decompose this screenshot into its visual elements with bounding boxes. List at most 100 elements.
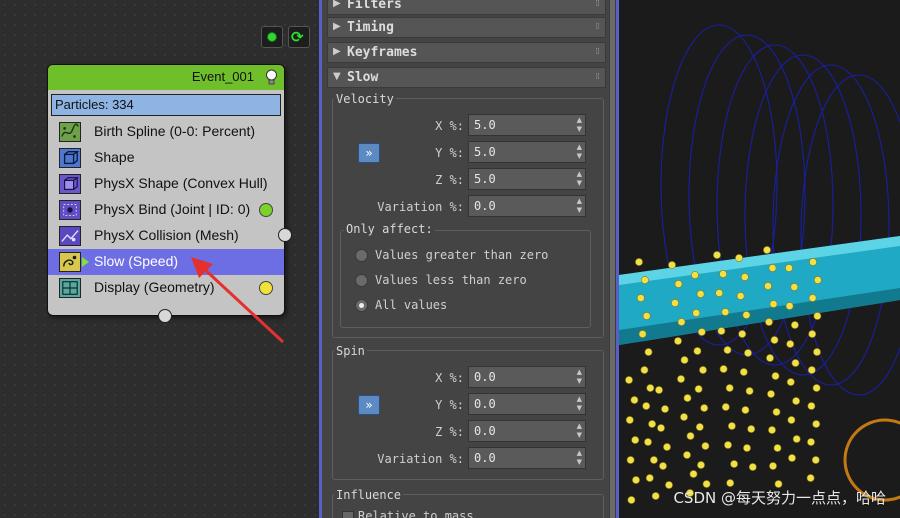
spinner-arrows-icon[interactable]: ▲ ▼ [577, 368, 582, 386]
particle-dot [693, 347, 702, 355]
particle-dot [788, 454, 796, 462]
spinner-arrows-icon[interactable]: ▲ ▼ [577, 116, 582, 134]
collision-output-port[interactable] [278, 228, 292, 242]
spin-y-spinner[interactable]: 0.0 ▲ ▼ [468, 393, 586, 415]
rollout-filters[interactable]: ▶ Filters ⁞⁞ [327, 0, 606, 15]
velocity-y-spinner[interactable]: 5.0 ▲ ▼ [468, 141, 586, 163]
drag-grip-icon[interactable]: ⁞⁞ [595, 0, 600, 9]
watermark: CSDN @每天努力一点点，哈哈 [673, 489, 886, 507]
viewport-scene [619, 24, 900, 504]
spinner-value: 0.0 [474, 451, 496, 465]
particle-dot [625, 416, 634, 424]
particle-dot [812, 420, 821, 428]
operator-label: Slow (Speed) [94, 253, 179, 269]
drag-grip-icon[interactable]: ⁞⁞ [595, 22, 600, 32]
particle-dot [674, 280, 683, 288]
event-header[interactable]: Event_001 [48, 65, 284, 90]
particle-dot [748, 463, 757, 471]
particle-dot [677, 318, 686, 326]
3d-viewport[interactable]: CSDN @每天努力一点点，哈哈 [619, 0, 900, 518]
particle-dot [790, 321, 799, 329]
relative-to-mass-label: Relative to mass [358, 509, 474, 518]
rollout-timing[interactable]: ▶ Timing ⁞⁞ [327, 17, 606, 38]
particle-dot [743, 444, 751, 452]
green-dot-icon [267, 32, 277, 42]
particle-dot [700, 404, 709, 412]
operator-physx-bind[interactable]: PhysX Bind (Joint | ID: 0) [48, 197, 284, 223]
spinner-arrows-icon[interactable]: ▲ ▼ [577, 395, 582, 413]
particle-dot [697, 328, 706, 336]
operator-birth-spline[interactable]: Birth Spline (0-0: Percent) [48, 119, 284, 145]
wire-mode-button[interactable] [261, 26, 283, 48]
particle-dot [659, 462, 667, 470]
radio-greater-than-zero[interactable] [355, 249, 368, 262]
velocity-z-spinner[interactable]: 5.0 ▲ ▼ [468, 168, 586, 190]
radio-less-than-zero[interactable] [355, 274, 368, 287]
particle-dot [699, 366, 707, 374]
physx-collision-icon [59, 226, 81, 246]
operator-shape[interactable]: Shape [48, 145, 284, 171]
drag-grip-icon[interactable]: ⁞⁞ [595, 47, 600, 57]
particle-dot [739, 368, 748, 376]
velocity-z-label: Z %: [435, 173, 464, 187]
particle-dot [809, 258, 817, 266]
particle-dot [697, 461, 705, 469]
particle-dot [772, 408, 781, 416]
particle-dot [650, 456, 658, 464]
particle-dot [808, 294, 817, 302]
parameters-panel: ▶ Filters ⁞⁞ ▶ Timing ⁞⁞ ▶ Keyframes ⁞⁞ … [322, 0, 616, 518]
spin-link-button[interactable]: » [358, 395, 380, 415]
lightbulb-icon[interactable] [265, 69, 278, 85]
spin-z-spinner[interactable]: 0.0 ▲ ▼ [468, 420, 586, 442]
spinner-arrows-icon[interactable]: ▲ ▼ [577, 143, 582, 161]
particle-dot [694, 385, 703, 393]
radio-all-values[interactable] [355, 299, 368, 312]
particle-dot [771, 372, 780, 380]
particle-dot [638, 330, 647, 338]
influence-title: Influence [334, 488, 404, 502]
helix-spline [660, 24, 900, 396]
event-input-port[interactable] [158, 309, 172, 323]
velocity-link-button[interactable]: » [358, 143, 380, 163]
spin-x-spinner[interactable]: 0.0 ▲ ▼ [468, 366, 586, 388]
particle-dot [785, 302, 794, 310]
sync-button[interactable]: ⟳ [288, 26, 310, 48]
drag-grip-icon[interactable]: ⁞⁞ [595, 72, 600, 82]
output-port[interactable] [259, 203, 273, 217]
particle-dot [765, 318, 773, 326]
red-arrow-annotation [191, 257, 285, 344]
particle-dot [723, 346, 732, 354]
spinner-arrows-icon[interactable]: ▲ ▼ [577, 170, 582, 188]
operator-physx-shape[interactable]: PhysX Shape (Convex Hull) [48, 171, 284, 197]
spin-y-label: Y %: [435, 398, 464, 412]
particle-dot [792, 397, 800, 405]
panel-scrollbar-thumb[interactable] [610, 0, 615, 518]
particle-dot [648, 420, 656, 428]
only-affect-title: Only affect: [344, 222, 435, 236]
particle-view-graph[interactable]: ⟳ Event_001 Particles: 334 Birth Spline … [0, 0, 322, 518]
rollout-slow[interactable]: ▼ Slow ⁞⁞ [327, 67, 606, 88]
collapse-icon: ▼ [333, 71, 341, 82]
particle-dot [813, 348, 821, 356]
rollout-keyframes[interactable]: ▶ Keyframes ⁞⁞ [327, 42, 606, 63]
refresh-icon: ⟳ [291, 28, 304, 46]
spinner-value: 5.0 [474, 172, 496, 186]
particle-dot [644, 348, 653, 356]
velocity-x-spinner[interactable]: 5.0 ▲ ▼ [468, 114, 586, 136]
spinner-arrows-icon[interactable]: ▲ ▼ [577, 449, 582, 467]
particle-dot [807, 438, 815, 446]
spinner-value: 0.0 [474, 370, 496, 384]
particle-dot [668, 261, 676, 269]
spinner-arrows-icon[interactable]: ▲ ▼ [577, 197, 582, 215]
spinner-value: 5.0 [474, 145, 496, 159]
velocity-y-label: Y %: [435, 146, 464, 160]
particle-count: Particles: 334 [51, 94, 281, 116]
spinner-arrows-icon[interactable]: ▲ ▼ [577, 422, 582, 440]
relative-to-mass-checkbox[interactable] [342, 511, 354, 518]
particle-dot [811, 456, 820, 464]
spin-variation-spinner[interactable]: 0.0 ▲ ▼ [468, 447, 586, 469]
operator-physx-collision[interactable]: PhysX Collision (Mesh) [48, 223, 284, 249]
particle-dot [640, 366, 649, 374]
particle-dot [768, 426, 776, 434]
velocity-variation-spinner[interactable]: 0.0 ▲ ▼ [468, 195, 586, 217]
